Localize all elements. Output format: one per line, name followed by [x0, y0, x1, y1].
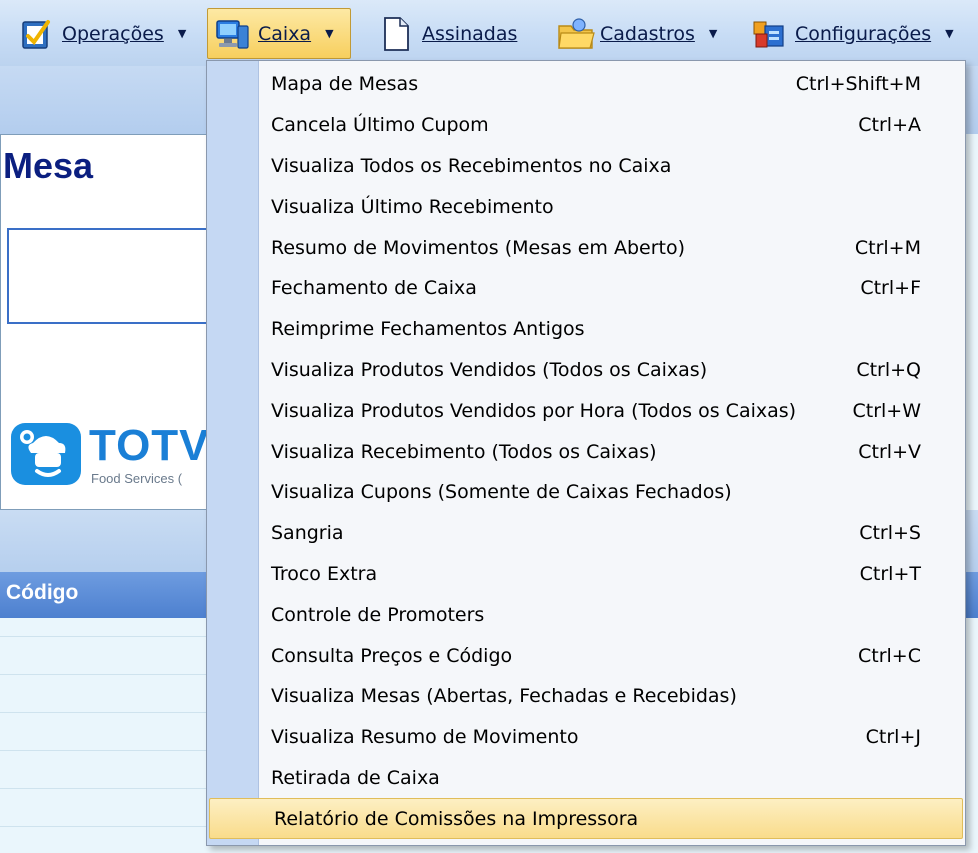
chevron-down-icon: ▼ — [945, 27, 954, 40]
menu-operacoes[interactable]: Operações ▼ — [12, 8, 192, 59]
menu-item[interactable]: Visualiza Mesas (Abertas, Fechadas e Rec… — [207, 676, 965, 717]
grid-row-line — [0, 826, 220, 827]
menu-item-label: Retirada de Caixa — [271, 766, 440, 789]
menu-item-label: Consulta Preços e Código — [271, 644, 513, 667]
chef-hat-icon — [11, 423, 81, 485]
grid-row-line — [0, 674, 220, 675]
chevron-down-icon: ▼ — [708, 27, 718, 40]
menu-item-label: Visualiza Produtos Vendidos por Hora (To… — [271, 399, 797, 422]
mesa-input[interactable] — [7, 228, 227, 324]
menu-item[interactable]: Visualiza Produtos Vendidos por Hora (To… — [207, 390, 965, 431]
menu-configuracoes-label: Configurações — [795, 22, 932, 45]
menu-item[interactable]: Controle de Promoters — [207, 594, 965, 635]
menu-item-shortcut: Ctrl+T — [859, 562, 921, 585]
chevron-down-icon: ▼ — [325, 27, 334, 40]
settings-icon — [751, 16, 787, 52]
menu-item[interactable]: Sangria Ctrl+S — [207, 513, 965, 554]
menu-operacoes-label: Operações — [62, 22, 164, 45]
grid-row-line — [0, 750, 220, 751]
chevron-down-icon: ▼ — [177, 27, 187, 40]
clipboard-check-icon — [18, 16, 54, 52]
menu-item-label: Visualiza Mesas (Abertas, Fechadas e Rec… — [271, 685, 737, 708]
menu-item-shortcut: Ctrl+J — [865, 726, 921, 749]
menu-item-label: Relatório de Comissões na Impressora — [274, 807, 639, 830]
menu-item-label: Troco Extra — [271, 562, 378, 585]
menu-configuracoes[interactable]: Configurações ▼ — [745, 8, 960, 59]
menu-item[interactable]: Visualiza Cupons (Somente de Caixas Fech… — [207, 472, 965, 513]
folder-icon — [556, 16, 595, 52]
menu-item[interactable]: Cancela Último Cupom Ctrl+A — [207, 105, 965, 146]
menu-item[interactable]: Consulta Preços e Código Ctrl+C — [207, 635, 965, 676]
menu-item[interactable]: Troco Extra Ctrl+T — [207, 554, 965, 595]
totvs-logo: TOTV Food Services ( — [11, 419, 221, 489]
grid-row-line — [0, 712, 220, 713]
menu-item-shortcut: Ctrl+Shift+M — [795, 73, 921, 96]
menu-item[interactable]: Fechamento de Caixa Ctrl+F — [207, 268, 965, 309]
menu-item-label: Visualiza Último Recebimento — [271, 195, 554, 218]
mesa-panel: Mesa TOTV Food Services ( — [0, 134, 227, 510]
menu-cadastros[interactable]: Cadastros ▼ — [550, 8, 723, 59]
computer-icon — [214, 16, 250, 52]
panel-title: Mesa — [3, 145, 94, 186]
menu-item[interactable]: Mapa de Mesas Ctrl+Shift+M — [207, 64, 965, 105]
menu-item-label: Mapa de Mesas — [271, 73, 419, 96]
menu-item[interactable]: Visualiza Último Recebimento — [207, 186, 965, 227]
menu-item-label: Visualiza Produtos Vendidos (Todos os Ca… — [271, 358, 708, 381]
menu-item-shortcut: Ctrl+M — [854, 236, 921, 259]
menu-item-shortcut: Ctrl+F — [860, 277, 921, 300]
grid-row-line — [0, 788, 220, 789]
menu-cadastros-label: Cadastros — [600, 22, 695, 45]
menu-item-label: Reimprime Fechamentos Antigos — [271, 318, 585, 341]
menu-item[interactable]: Retirada de Caixa — [207, 758, 965, 799]
menu-item[interactable]: Visualiza Produtos Vendidos (Todos os Ca… — [207, 350, 965, 391]
menu-item-label: Resumo de Movimentos (Mesas em Aberto) — [271, 236, 685, 259]
caixa-dropdown-menu: Mapa de Mesas Ctrl+Shift+M Cancela Último … — [206, 60, 966, 846]
menu-item[interactable]: Visualiza Todos os Recebimentos no Caixa — [207, 146, 965, 187]
menu-item-label: Visualiza Todos os Recebimentos no Caixa — [271, 154, 672, 177]
grid-column-codigo[interactable]: Código — [6, 581, 78, 605]
menu-item-label: Visualiza Cupons (Somente de Caixas Fech… — [271, 481, 732, 504]
menu-item-label: Fechamento de Caixa — [271, 277, 477, 300]
grid-row-line — [0, 636, 220, 637]
menu-caixa-label: Caixa — [258, 22, 312, 45]
menu-item[interactable]: Reimprime Fechamentos Antigos — [207, 309, 965, 350]
menu-item-label: Cancela Último Cupom — [271, 114, 489, 137]
menu-item[interactable]: Relatório de Comissões na Impressora — [209, 798, 963, 840]
logo-text: TOTV — [89, 421, 210, 470]
menu-item-shortcut: Ctrl+V — [858, 440, 921, 463]
menu-item-shortcut: Ctrl+Q — [856, 358, 921, 381]
menu-item-shortcut: Ctrl+A — [858, 114, 921, 137]
menu-item[interactable]: Visualiza Resumo de Movimento Ctrl+J — [207, 717, 965, 758]
menu-item-label: Controle de Promoters — [271, 603, 485, 626]
menu-bar: Operações ▼ Caixa ▼ Assinadas Cadastros … — [0, 0, 978, 66]
menu-item-shortcut: Ctrl+W — [852, 399, 921, 422]
menu-item[interactable]: Visualiza Recebimento (Todos os Caixas) C… — [207, 431, 965, 472]
menu-item[interactable]: Resumo de Movimentos (Mesas em Aberto) Ct… — [207, 227, 965, 268]
menu-caixa[interactable]: Caixa ▼ — [207, 8, 351, 59]
menu-item-label: Visualiza Recebimento (Todos os Caixas) — [271, 440, 657, 463]
menu-item-label: Sangria — [271, 522, 344, 545]
logo-subtext: Food Services ( — [91, 471, 183, 486]
menu-item-list: Mapa de Mesas Ctrl+Shift+M Cancela Último … — [207, 64, 965, 840]
menu-assinadas-label: Assinadas — [422, 22, 518, 45]
menu-item-shortcut: Ctrl+C — [858, 644, 921, 667]
menu-item-label: Visualiza Resumo de Movimento — [271, 726, 579, 749]
menu-item-shortcut: Ctrl+S — [859, 522, 921, 545]
document-icon — [378, 16, 414, 52]
menu-assinadas[interactable]: Assinadas — [372, 8, 523, 59]
